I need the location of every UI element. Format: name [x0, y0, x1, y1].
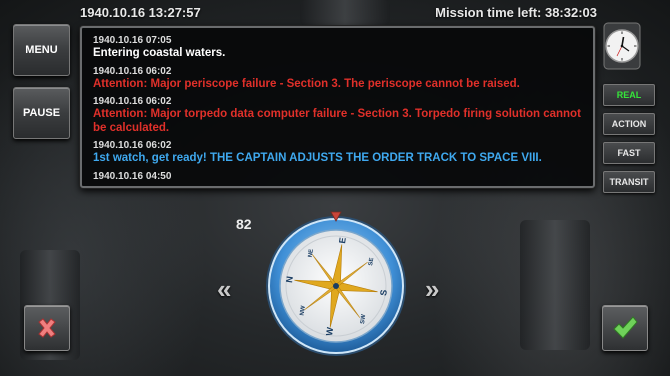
- log-entry: 1940.10.16 06:02 1st watch, get ready! T…: [93, 140, 593, 166]
- log-timestamp: 1940.10.16 06:02: [93, 140, 172, 151]
- log-entry: 1940.10.16 04:50: [93, 171, 593, 183]
- compass-dial[interactable]: N E S W NE SE SW NW: [262, 208, 410, 356]
- compass-ne-label: NE: [308, 249, 315, 258]
- chevron-double-left-icon[interactable]: «: [217, 274, 232, 305]
- checkmark-icon: [613, 316, 638, 339]
- log-message: 1st watch, get ready! THE CAPTAIN ADJUST…: [93, 152, 542, 164]
- log-timestamp: 1940.10.16 06:02: [93, 96, 172, 107]
- background-pipe: [300, 0, 390, 26]
- time-compression-real-button[interactable]: REAL: [603, 84, 655, 106]
- compass-north-label: N: [284, 276, 295, 284]
- clock-icon: [603, 22, 641, 70]
- menu-button[interactable]: MENU: [13, 24, 70, 76]
- mission-time-left: Mission time left: 38:32:03: [435, 5, 597, 20]
- game-datetime: 1940.10.16 13:27:57: [80, 5, 201, 20]
- confirm-button[interactable]: [602, 305, 648, 351]
- time-compression-action-button[interactable]: ACTION: [603, 113, 655, 135]
- x-icon: [38, 318, 56, 338]
- log-message: Attention: Major periscope failure - Sec…: [93, 77, 520, 90]
- background-pipe: [520, 220, 590, 350]
- log-entry: 1940.10.16 06:02 Attention: Major torped…: [93, 96, 593, 135]
- heading-readout: 82: [236, 216, 252, 232]
- log-timestamp: 1940.10.16 06:02: [93, 65, 172, 77]
- log-message: Attention: Major torpedo data computer f…: [93, 108, 581, 134]
- pause-button[interactable]: PAUSE: [13, 87, 70, 139]
- log-timestamp: 1940.10.16 07:05: [93, 35, 172, 46]
- cancel-button[interactable]: [24, 305, 70, 351]
- log-timestamp: 1940.10.16 04:50: [93, 170, 172, 182]
- log-entry: 1940.10.16 07:05 Entering coastal waters…: [93, 35, 593, 61]
- compass-se-label: SE: [368, 257, 375, 266]
- chevron-double-right-icon[interactable]: »: [425, 274, 440, 305]
- log-message: Entering coastal waters.: [93, 47, 226, 59]
- message-log-panel[interactable]: 1940.10.16 07:05 Entering coastal waters…: [80, 26, 595, 188]
- log-entry: 1940.10.16 06:02 Attention: Major perisc…: [93, 66, 593, 92]
- time-compression-fast-button[interactable]: FAST: [603, 142, 655, 164]
- time-compression-transit-button[interactable]: TRANSIT: [603, 171, 655, 193]
